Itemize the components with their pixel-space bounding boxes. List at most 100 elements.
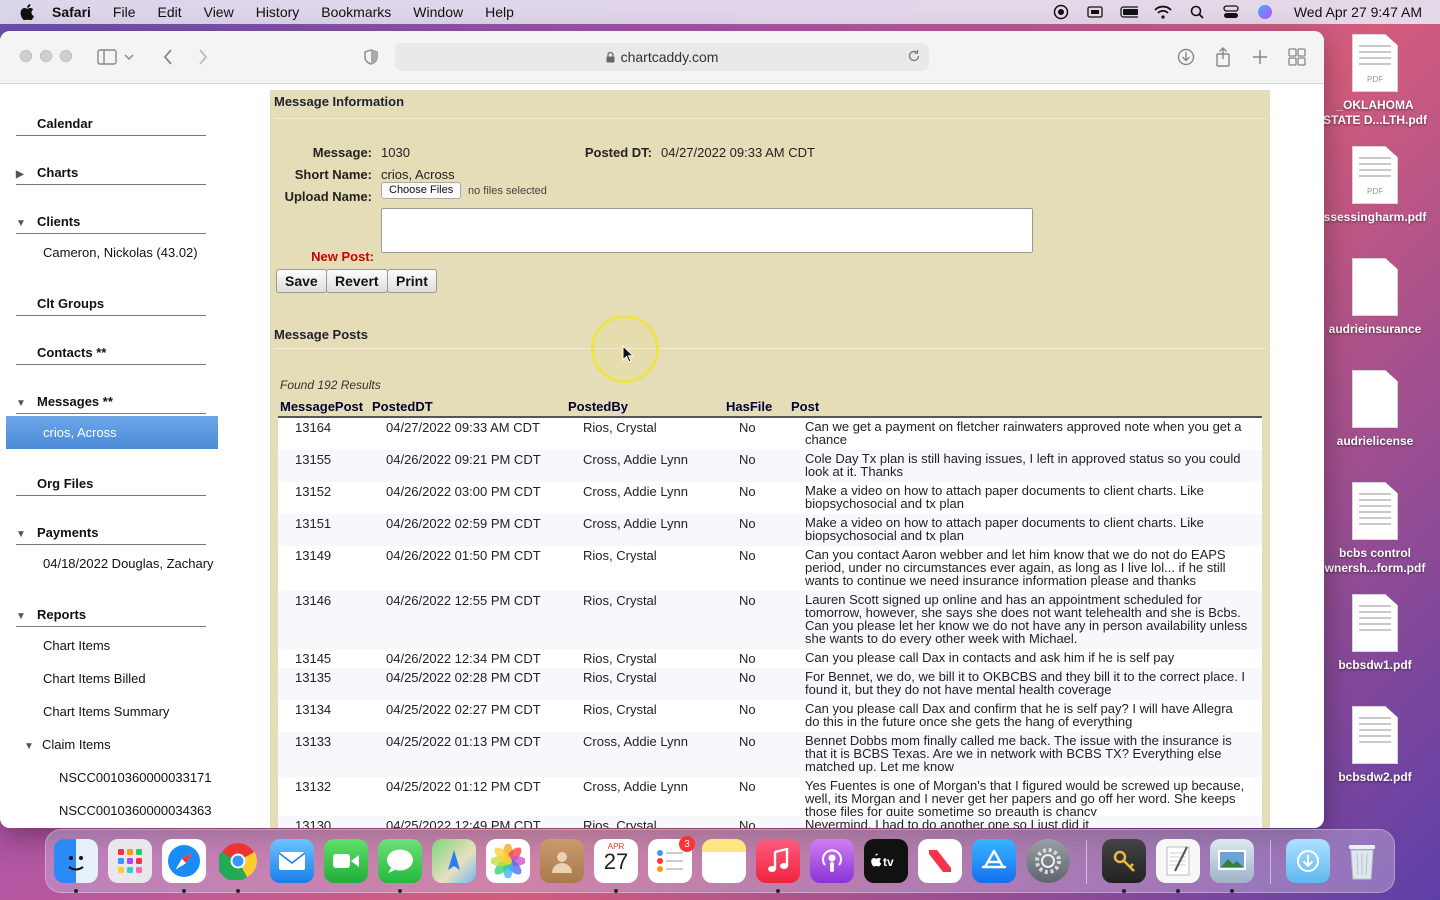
column-header-messagepost[interactable]: MessagePost: [280, 399, 363, 414]
table-row[interactable]: 13149 04/26/2022 01:50 PM CDT Rios, Crysta…: [278, 546, 1262, 591]
system-preferences-icon[interactable]: [1026, 839, 1070, 883]
desktop-file[interactable]: bcbsdw1.pdf: [1319, 594, 1431, 673]
sidebar-claim-subitem[interactable]: NSCC0010360000034363: [59, 803, 212, 818]
sidebar-claim-subitem[interactable]: NSCC0010360000033171: [59, 770, 212, 785]
table-row[interactable]: 13132 04/25/2022 01:12 PM CDT Cross, Addie…: [278, 777, 1262, 818]
sidebar-clt-groups[interactable]: Clt Groups: [16, 296, 206, 316]
disclosure-down-icon[interactable]: ▼: [16, 529, 37, 540]
sidebar-clients[interactable]: ▼ Clients: [16, 214, 206, 234]
disclosure-down-icon[interactable]: ▼: [16, 611, 37, 622]
zoom-window-button[interactable]: [60, 50, 72, 62]
table-row[interactable]: 13130 04/25/2022 12:49 PM CDT Rios, Crysta…: [278, 816, 1262, 828]
table-row[interactable]: 13155 04/26/2022 09:21 PM CDT Cross, Addie…: [278, 450, 1262, 482]
save-button[interactable]: Save: [276, 269, 327, 293]
desktop-file[interactable]: bcbsdw2.pdf: [1319, 706, 1431, 785]
menu-edit[interactable]: Edit: [157, 4, 181, 20]
table-row[interactable]: 13135 04/25/2022 02:28 PM CDT Rios, Crysta…: [278, 668, 1262, 700]
table-row[interactable]: 13146 04/26/2022 12:55 PM CDT Rios, Crysta…: [278, 591, 1262, 649]
preview-icon[interactable]: [1210, 839, 1254, 883]
column-header-hasfile[interactable]: HasFile: [726, 399, 772, 414]
calendar-icon[interactable]: APR 27: [594, 839, 638, 883]
column-header-posteddt[interactable]: PostedDT: [372, 399, 433, 414]
launchpad-icon[interactable]: [108, 839, 152, 883]
sidebar-messages[interactable]: ▼ Messages **: [16, 394, 206, 414]
tv-icon[interactable]: tv: [864, 839, 908, 883]
table-row[interactable]: 13133 04/25/2022 01:13 PM CDT Cross, Addie…: [278, 732, 1262, 777]
print-button[interactable]: Print: [387, 269, 437, 293]
keychain-icon[interactable]: [1102, 839, 1146, 883]
music-icon[interactable]: [756, 839, 800, 883]
forward-icon[interactable]: [192, 47, 214, 67]
sidebar-claim-items[interactable]: ▼ Claim Items: [24, 737, 111, 752]
menu-view[interactable]: View: [204, 4, 234, 20]
revert-button[interactable]: Revert: [326, 269, 388, 293]
notes-icon[interactable]: [702, 839, 746, 883]
table-row[interactable]: 13152 04/26/2022 03:00 PM CDT Cross, Addie…: [278, 482, 1262, 514]
sidebar-contacts[interactable]: Contacts **: [16, 345, 206, 365]
downloads-folder-icon[interactable]: [1286, 839, 1330, 883]
menu-file[interactable]: File: [113, 4, 136, 20]
menubar-clock[interactable]: Wed Apr 27 9:47 AM: [1294, 4, 1422, 20]
textedit-icon[interactable]: [1156, 839, 1200, 883]
new-post-textarea[interactable]: [381, 208, 1033, 253]
table-row[interactable]: 13151 04/26/2022 02:59 PM CDT Cross, Addie…: [278, 514, 1262, 546]
facetime-icon[interactable]: [324, 839, 368, 883]
reload-icon[interactable]: [907, 49, 921, 63]
spotlight-search-icon[interactable]: [1188, 5, 1206, 19]
table-row[interactable]: 13134 04/25/2022 02:27 PM CDT Rios, Crysta…: [278, 700, 1262, 732]
menu-history[interactable]: History: [256, 4, 300, 20]
podcasts-icon[interactable]: [810, 839, 854, 883]
desktop-file[interactable]: PDF _OKLAHOMA STATE D...LTH.pdf: [1319, 34, 1431, 128]
mail-icon[interactable]: [270, 839, 314, 883]
app-store-icon[interactable]: [972, 839, 1016, 883]
chrome-icon[interactable]: [216, 839, 260, 883]
table-row[interactable]: 13145 04/26/2022 12:34 PM CDT Rios, Crysta…: [278, 649, 1262, 668]
display-icon[interactable]: [1086, 5, 1104, 19]
table-row[interactable]: 13164 04/27/2022 09:33 AM CDT Rios, Crysta…: [278, 418, 1262, 450]
messages-icon[interactable]: [378, 839, 422, 883]
desktop-file[interactable]: PDF ssessingharm.pdf: [1319, 146, 1431, 225]
menu-window[interactable]: Window: [413, 4, 463, 20]
safari-icon[interactable]: [162, 839, 206, 883]
maps-icon[interactable]: [432, 839, 476, 883]
disclosure-down-icon[interactable]: ▼: [16, 218, 37, 229]
sidebar-payments[interactable]: ▼ Payments: [16, 525, 206, 545]
menu-bookmarks[interactable]: Bookmarks: [321, 4, 391, 20]
sidebar-report-item[interactable]: Chart Items Summary: [43, 704, 169, 719]
news-icon[interactable]: [918, 839, 962, 883]
battery-icon[interactable]: [1120, 5, 1138, 19]
reminders-icon[interactable]: 3: [648, 836, 695, 883]
apple-menu-icon[interactable]: [20, 4, 34, 20]
control-center-icon[interactable]: [1222, 5, 1240, 19]
back-icon[interactable]: [157, 47, 179, 67]
wifi-icon[interactable]: [1154, 5, 1172, 19]
disclosure-down-icon[interactable]: ▼: [16, 398, 37, 409]
sidebar-charts[interactable]: ▶ Charts: [16, 165, 206, 185]
sidebar-calendar[interactable]: Calendar: [16, 116, 206, 136]
privacy-shield-icon[interactable]: [360, 47, 382, 67]
disclosure-right-icon[interactable]: ▶: [16, 169, 37, 180]
desktop-file[interactable]: audrieinsurance: [1319, 258, 1431, 337]
close-window-button[interactable]: [20, 50, 32, 62]
sidebar-client-item[interactable]: Cameron, Nickolas (43.02): [43, 245, 198, 260]
contacts-icon[interactable]: [540, 839, 584, 883]
disclosure-down-icon[interactable]: ▼: [24, 741, 42, 752]
sidebar-toggle-icon[interactable]: [96, 47, 118, 67]
new-tab-icon[interactable]: [1249, 47, 1271, 67]
sidebar-message-item-selected[interactable]: crios, Across: [6, 416, 218, 449]
address-bar[interactable]: chartcaddy.com: [395, 43, 929, 71]
chevron-down-icon[interactable]: [122, 47, 136, 67]
column-header-post[interactable]: Post: [791, 399, 819, 414]
trash-icon[interactable]: [1340, 839, 1384, 883]
share-icon[interactable]: [1212, 47, 1234, 67]
minimize-window-button[interactable]: [40, 50, 52, 62]
desktop-file[interactable]: audrielicense: [1319, 370, 1431, 449]
menu-safari[interactable]: Safari: [52, 4, 91, 20]
finder-icon[interactable]: [54, 839, 98, 883]
sidebar-report-item[interactable]: Chart Items: [43, 638, 110, 653]
sidebar-reports[interactable]: ▼ Reports: [16, 607, 206, 627]
downloads-icon[interactable]: [1175, 47, 1197, 67]
photos-icon[interactable]: [486, 839, 530, 883]
tab-overview-icon[interactable]: [1286, 47, 1308, 67]
record-icon[interactable]: [1052, 4, 1070, 20]
